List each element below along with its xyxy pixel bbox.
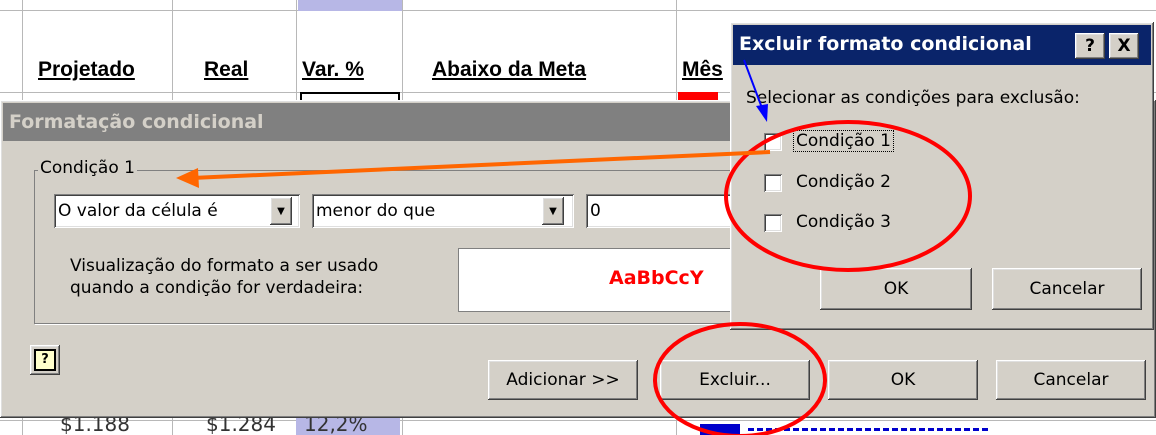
- orange-arrow-line: [191, 150, 771, 180]
- red-circle-delete-button: [653, 322, 827, 435]
- blue-arrow-line: [743, 59, 763, 109]
- annotation-overlay: [176, 59, 972, 435]
- red-circle-conditions: [724, 120, 972, 272]
- orange-arrowhead: [176, 168, 199, 188]
- blue-arrowhead: [756, 104, 768, 122]
